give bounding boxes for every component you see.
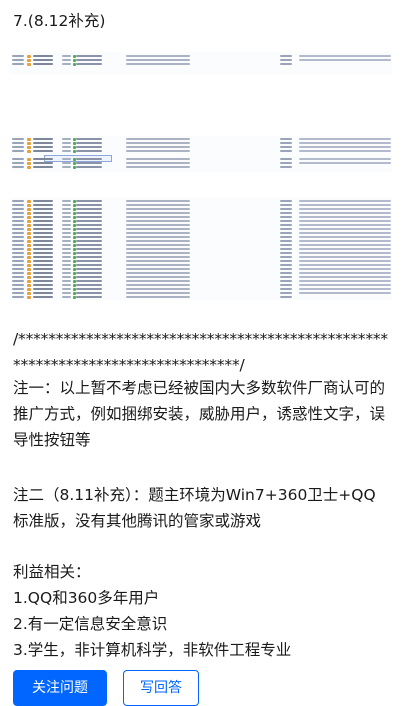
section-heading: 7.(8.12补充) [13,12,106,30]
write-answer-button[interactable]: 写回答 [123,670,199,706]
note-two: 注二（8.11补充）：题主环境为Win7+360卫士+QQ标准版，没有其他腾讯的… [13,486,376,530]
interest-item: 3.学生，非计算机科学，非软件工程专业 [13,641,292,659]
separator-line: /***************************************… [13,330,388,374]
log-screenshot-2 [10,136,392,172]
follow-question-button[interactable]: 关注问题 [13,670,107,706]
interest-section: 利益相关： 1.QQ和360多年用户 2.有一定信息安全意识 3.学生，非计算机… [13,559,391,663]
note-one: 注一：以上暂不考虑已经被国内大多数软件厂商认可的推广方式，例如捆绑安装，威胁用户… [13,379,386,449]
log-screenshot-1 [10,52,392,74]
log-screenshot-3 [10,198,392,300]
interest-item: 2.有一定信息安全意识 [13,615,168,633]
interest-item: 1.QQ和360多年用户 [13,589,160,607]
interest-title: 利益相关： [13,563,91,581]
